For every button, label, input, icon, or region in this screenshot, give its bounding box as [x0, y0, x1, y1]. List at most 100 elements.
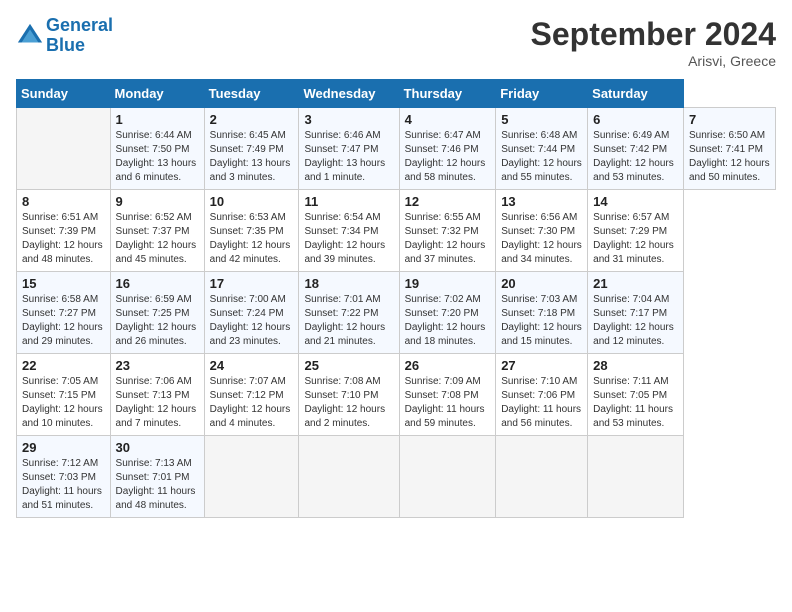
day-number: 6 — [593, 112, 678, 127]
day-info: Sunrise: 6:55 AM Sunset: 7:32 PM Dayligh… — [405, 211, 491, 267]
day-number: 11 — [304, 194, 393, 209]
day-info: Sunrise: 7:12 AM Sunset: 7:03 PM Dayligh… — [22, 457, 105, 513]
day-number: 24 — [210, 358, 294, 373]
day-info: Sunrise: 7:04 AM Sunset: 7:17 PM Dayligh… — [593, 293, 678, 349]
calendar-day-cell: 29 Sunrise: 7:12 AM Sunset: 7:03 PM Dayl… — [17, 436, 111, 518]
day-info: Sunrise: 6:47 AM Sunset: 7:46 PM Dayligh… — [405, 129, 491, 185]
calendar-header-cell: Thursday — [399, 80, 496, 108]
day-info: Sunrise: 7:05 AM Sunset: 7:15 PM Dayligh… — [22, 375, 105, 431]
day-number: 22 — [22, 358, 105, 373]
calendar-day-cell: 16 Sunrise: 6:59 AM Sunset: 7:25 PM Dayl… — [110, 272, 204, 354]
day-number: 18 — [304, 276, 393, 291]
location: Arisvi, Greece — [531, 53, 776, 69]
calendar-body: 1 Sunrise: 6:44 AM Sunset: 7:50 PM Dayli… — [17, 108, 776, 518]
calendar-week-row: 8 Sunrise: 6:51 AM Sunset: 7:39 PM Dayli… — [17, 190, 776, 272]
day-info: Sunrise: 6:57 AM Sunset: 7:29 PM Dayligh… — [593, 211, 678, 267]
day-info: Sunrise: 7:10 AM Sunset: 7:06 PM Dayligh… — [501, 375, 582, 431]
calendar-day-cell — [496, 436, 588, 518]
calendar-header-cell: Saturday — [588, 80, 684, 108]
day-info: Sunrise: 6:48 AM Sunset: 7:44 PM Dayligh… — [501, 129, 582, 185]
calendar-day-cell: 17 Sunrise: 7:00 AM Sunset: 7:24 PM Dayl… — [204, 272, 299, 354]
day-number: 3 — [304, 112, 393, 127]
day-number: 23 — [116, 358, 199, 373]
calendar-day-cell: 3 Sunrise: 6:46 AM Sunset: 7:47 PM Dayli… — [299, 108, 399, 190]
page-header: General Blue September 2024 Arisvi, Gree… — [16, 16, 776, 69]
calendar-day-cell: 28 Sunrise: 7:11 AM Sunset: 7:05 PM Dayl… — [588, 354, 684, 436]
calendar-week-row: 22 Sunrise: 7:05 AM Sunset: 7:15 PM Dayl… — [17, 354, 776, 436]
calendar-day-cell: 18 Sunrise: 7:01 AM Sunset: 7:22 PM Dayl… — [299, 272, 399, 354]
logo: General Blue — [16, 16, 113, 56]
calendar-day-cell — [204, 436, 299, 518]
calendar-day-cell: 5 Sunrise: 6:48 AM Sunset: 7:44 PM Dayli… — [496, 108, 588, 190]
calendar-day-cell: 8 Sunrise: 6:51 AM Sunset: 7:39 PM Dayli… — [17, 190, 111, 272]
day-number: 13 — [501, 194, 582, 209]
calendar-day-cell: 25 Sunrise: 7:08 AM Sunset: 7:10 PM Dayl… — [299, 354, 399, 436]
calendar-day-cell: 15 Sunrise: 6:58 AM Sunset: 7:27 PM Dayl… — [17, 272, 111, 354]
calendar-day-cell: 11 Sunrise: 6:54 AM Sunset: 7:34 PM Dayl… — [299, 190, 399, 272]
logo-text: General Blue — [46, 16, 113, 56]
day-info: Sunrise: 7:09 AM Sunset: 7:08 PM Dayligh… — [405, 375, 491, 431]
calendar-header-cell: Friday — [496, 80, 588, 108]
day-info: Sunrise: 7:11 AM Sunset: 7:05 PM Dayligh… — [593, 375, 678, 431]
calendar-day-cell: 7 Sunrise: 6:50 AM Sunset: 7:41 PM Dayli… — [683, 108, 775, 190]
calendar-day-cell: 24 Sunrise: 7:07 AM Sunset: 7:12 PM Dayl… — [204, 354, 299, 436]
day-info: Sunrise: 6:45 AM Sunset: 7:49 PM Dayligh… — [210, 129, 294, 185]
day-info: Sunrise: 7:02 AM Sunset: 7:20 PM Dayligh… — [405, 293, 491, 349]
calendar-day-cell: 21 Sunrise: 7:04 AM Sunset: 7:17 PM Dayl… — [588, 272, 684, 354]
calendar-day-cell: 14 Sunrise: 6:57 AM Sunset: 7:29 PM Dayl… — [588, 190, 684, 272]
day-info: Sunrise: 6:56 AM Sunset: 7:30 PM Dayligh… — [501, 211, 582, 267]
calendar-day-cell: 19 Sunrise: 7:02 AM Sunset: 7:20 PM Dayl… — [399, 272, 496, 354]
calendar-header-cell: Tuesday — [204, 80, 299, 108]
day-number: 9 — [116, 194, 199, 209]
day-info: Sunrise: 6:50 AM Sunset: 7:41 PM Dayligh… — [689, 129, 770, 185]
day-number: 27 — [501, 358, 582, 373]
month-title: September 2024 — [531, 16, 776, 53]
day-number: 8 — [22, 194, 105, 209]
day-number: 20 — [501, 276, 582, 291]
calendar-week-row: 1 Sunrise: 6:44 AM Sunset: 7:50 PM Dayli… — [17, 108, 776, 190]
day-number: 26 — [405, 358, 491, 373]
day-number: 17 — [210, 276, 294, 291]
calendar-day-cell: 9 Sunrise: 6:52 AM Sunset: 7:37 PM Dayli… — [110, 190, 204, 272]
calendar-header-cell: Sunday — [17, 80, 111, 108]
calendar-day-cell: 30 Sunrise: 7:13 AM Sunset: 7:01 PM Dayl… — [110, 436, 204, 518]
calendar-day-cell: 13 Sunrise: 6:56 AM Sunset: 7:30 PM Dayl… — [496, 190, 588, 272]
day-number: 30 — [116, 440, 199, 455]
day-info: Sunrise: 6:58 AM Sunset: 7:27 PM Dayligh… — [22, 293, 105, 349]
calendar-week-row: 15 Sunrise: 6:58 AM Sunset: 7:27 PM Dayl… — [17, 272, 776, 354]
day-number: 25 — [304, 358, 393, 373]
calendar-day-cell: 20 Sunrise: 7:03 AM Sunset: 7:18 PM Dayl… — [496, 272, 588, 354]
day-number: 10 — [210, 194, 294, 209]
day-number: 7 — [689, 112, 770, 127]
day-info: Sunrise: 6:49 AM Sunset: 7:42 PM Dayligh… — [593, 129, 678, 185]
day-info: Sunrise: 6:46 AM Sunset: 7:47 PM Dayligh… — [304, 129, 393, 185]
logo-icon — [16, 22, 44, 50]
day-number: 29 — [22, 440, 105, 455]
day-number: 15 — [22, 276, 105, 291]
calendar-table: SundayMondayTuesdayWednesdayThursdayFrid… — [16, 79, 776, 518]
day-info: Sunrise: 7:08 AM Sunset: 7:10 PM Dayligh… — [304, 375, 393, 431]
calendar-header-cell: Monday — [110, 80, 204, 108]
day-number: 1 — [116, 112, 199, 127]
calendar-day-cell: 22 Sunrise: 7:05 AM Sunset: 7:15 PM Dayl… — [17, 354, 111, 436]
day-number: 21 — [593, 276, 678, 291]
day-info: Sunrise: 7:06 AM Sunset: 7:13 PM Dayligh… — [116, 375, 199, 431]
day-number: 16 — [116, 276, 199, 291]
day-number: 5 — [501, 112, 582, 127]
calendar-day-cell: 2 Sunrise: 6:45 AM Sunset: 7:49 PM Dayli… — [204, 108, 299, 190]
day-info: Sunrise: 7:07 AM Sunset: 7:12 PM Dayligh… — [210, 375, 294, 431]
calendar-day-cell: 4 Sunrise: 6:47 AM Sunset: 7:46 PM Dayli… — [399, 108, 496, 190]
calendar-day-cell: 6 Sunrise: 6:49 AM Sunset: 7:42 PM Dayli… — [588, 108, 684, 190]
title-area: September 2024 Arisvi, Greece — [531, 16, 776, 69]
calendar-header-cell: Wednesday — [299, 80, 399, 108]
day-info: Sunrise: 6:52 AM Sunset: 7:37 PM Dayligh… — [116, 211, 199, 267]
day-number: 4 — [405, 112, 491, 127]
day-info: Sunrise: 6:59 AM Sunset: 7:25 PM Dayligh… — [116, 293, 199, 349]
calendar-day-cell — [17, 108, 111, 190]
day-info: Sunrise: 7:13 AM Sunset: 7:01 PM Dayligh… — [116, 457, 199, 513]
day-info: Sunrise: 7:03 AM Sunset: 7:18 PM Dayligh… — [501, 293, 582, 349]
day-number: 12 — [405, 194, 491, 209]
calendar-day-cell: 10 Sunrise: 6:53 AM Sunset: 7:35 PM Dayl… — [204, 190, 299, 272]
day-info: Sunrise: 7:00 AM Sunset: 7:24 PM Dayligh… — [210, 293, 294, 349]
calendar-day-cell — [299, 436, 399, 518]
